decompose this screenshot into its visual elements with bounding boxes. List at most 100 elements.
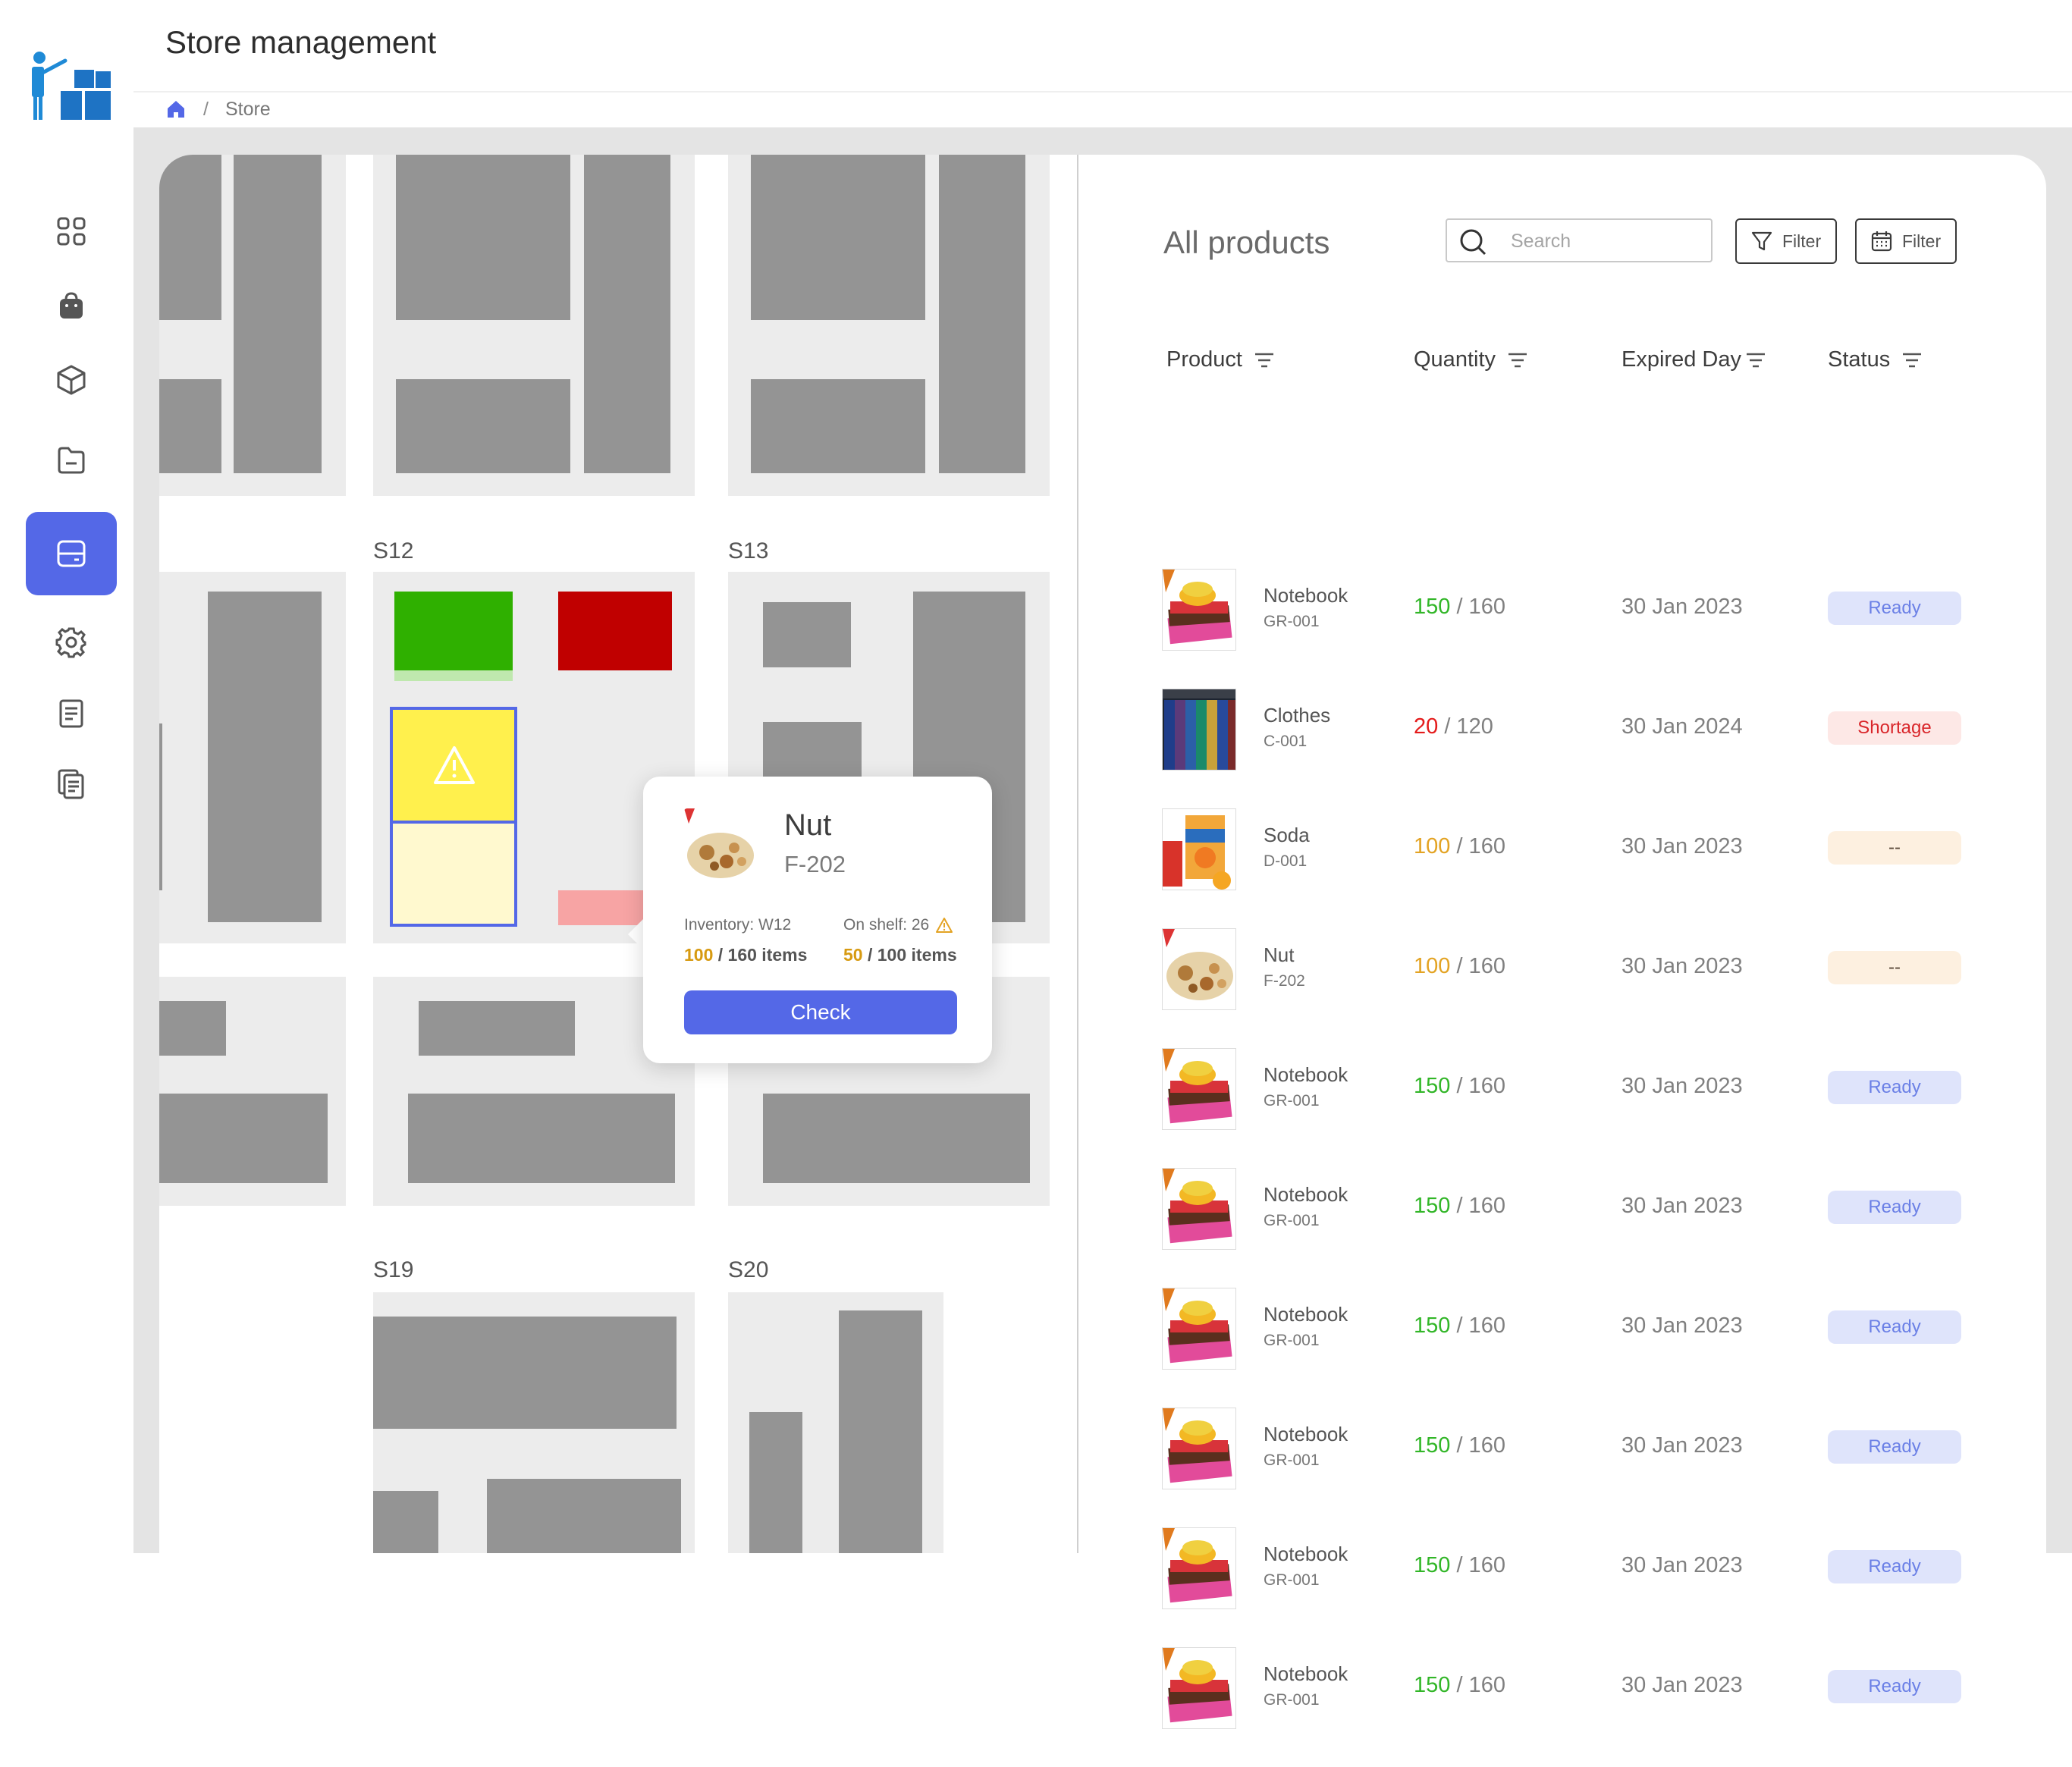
shelf[interactable] <box>487 1479 681 1553</box>
zone-s20[interactable] <box>728 1292 943 1553</box>
table-row[interactable]: Notebook GR-001 150 / 160 30 Jan 2023 Ready <box>1078 1647 2046 1767</box>
shelf-critical[interactable] <box>558 592 672 670</box>
product-thumbnail[interactable] <box>1162 1168 1236 1250</box>
table-row[interactable]: Notebook GR-001 150 / 160 30 Jan 2023 Ready <box>1078 1048 2046 1168</box>
popup-inventory-value: 100 / 160 items <box>684 945 807 965</box>
quantity-total: / 160 <box>1450 1553 1505 1577</box>
quantity-total: / 160 <box>1450 1673 1505 1697</box>
product-code: GR-001 <box>1264 1452 1320 1469</box>
table-row[interactable]: Soda D-001 100 / 160 30 Jan 2023 -- <box>1078 808 2046 928</box>
shelf[interactable] <box>396 155 570 320</box>
shelf[interactable] <box>159 723 162 890</box>
nav-files[interactable] <box>26 419 117 502</box>
product-thumbnail[interactable] <box>1162 808 1236 890</box>
home-icon[interactable] <box>165 99 187 120</box>
zone-s19[interactable] <box>373 1292 695 1553</box>
shelf-zone[interactable] <box>159 572 346 943</box>
shopping-bag-icon <box>60 292 83 319</box>
product-thumbnail[interactable] <box>1162 1647 1236 1729</box>
shelf-zone[interactable] <box>373 155 695 496</box>
product-code: C-001 <box>1264 733 1308 750</box>
shelf[interactable] <box>234 155 322 473</box>
product-name[interactable]: Notebook <box>1264 1063 1348 1087</box>
table-row[interactable]: Notebook GR-001 150 / 160 30 Jan 2023 Ready <box>1078 1288 2046 1408</box>
shelf[interactable] <box>939 155 1025 473</box>
nav-dashboard[interactable] <box>26 190 117 273</box>
product-name[interactable]: Notebook <box>1264 1303 1348 1326</box>
column-header-status[interactable]: Status <box>1828 347 1923 372</box>
date-filter-button[interactable]: Filter <box>1855 218 1957 264</box>
product-thumbnail[interactable] <box>1162 1288 1236 1370</box>
table-row[interactable]: Notebook GR-001 150 / 160 30 Jan 2023 Ready <box>1078 1168 2046 1288</box>
shelf-zone[interactable] <box>159 155 346 496</box>
shelf[interactable] <box>159 1094 328 1183</box>
nav-products[interactable] <box>26 338 117 422</box>
shelf[interactable] <box>751 155 925 320</box>
product-quantity: 150 / 160 <box>1414 1313 1505 1339</box>
shelf[interactable] <box>408 1094 675 1183</box>
product-name[interactable]: Notebook <box>1264 1662 1348 1686</box>
shelf[interactable] <box>419 1001 575 1056</box>
filter-button[interactable]: Filter <box>1735 218 1837 264</box>
nav-orders[interactable] <box>26 264 117 347</box>
table-row[interactable]: Clothes C-001 20 / 120 30 Jan 2024 Shortage <box>1078 689 2046 808</box>
shelf[interactable] <box>159 155 221 320</box>
product-name[interactable]: Clothes <box>1264 704 1330 727</box>
product-name[interactable]: Notebook <box>1264 584 1348 607</box>
box-icon <box>57 365 86 395</box>
sort-icon[interactable] <box>1744 350 1767 370</box>
table-row[interactable]: Notebook GR-001 150 / 160 30 Jan 2023 Ready <box>1078 1408 2046 1527</box>
product-thumbnail[interactable] <box>1162 569 1236 651</box>
shelf[interactable] <box>396 379 570 473</box>
product-thumbnail[interactable] <box>1162 928 1236 1010</box>
shelf[interactable] <box>584 155 670 473</box>
column-header-quantity[interactable]: Quantity <box>1414 347 1529 372</box>
product-name[interactable]: Nut <box>1264 943 1294 967</box>
product-name[interactable]: Soda <box>1264 824 1310 847</box>
sort-icon[interactable] <box>1901 350 1923 370</box>
table-row[interactable]: Notebook GR-001 150 / 160 30 Jan 2023 Ready <box>1078 569 2046 689</box>
shelf[interactable] <box>208 592 322 922</box>
shelf[interactable] <box>373 1317 677 1429</box>
column-header-expired[interactable]: Expired Day <box>1621 347 1767 372</box>
shelf[interactable] <box>373 1491 438 1553</box>
popup-pointer <box>628 918 645 951</box>
quantity-current: 150 <box>1414 1673 1451 1697</box>
product-thumbnail[interactable] <box>1162 1048 1236 1130</box>
product-name[interactable]: Notebook <box>1264 1423 1348 1446</box>
product-thumbnail[interactable] <box>1162 1527 1236 1609</box>
shelf[interactable] <box>749 1412 802 1553</box>
column-header-product[interactable]: Product <box>1166 347 1276 372</box>
app-logo[interactable] <box>29 50 114 123</box>
table-row[interactable]: Nut F-202 100 / 160 30 Jan 2023 -- <box>1078 928 2046 1048</box>
shelf[interactable] <box>159 1001 226 1056</box>
nav-documents[interactable] <box>26 742 117 825</box>
shelf[interactable] <box>159 379 221 473</box>
shelf-zone[interactable] <box>728 155 1050 496</box>
product-thumbnail[interactable] <box>1162 689 1236 771</box>
quantity-current: 150 <box>1414 595 1451 619</box>
nav-store[interactable] <box>26 512 117 595</box>
product-code: GR-001 <box>1264 613 1320 630</box>
product-name[interactable]: Notebook <box>1264 1183 1348 1207</box>
breadcrumb-current[interactable]: Store <box>225 99 271 121</box>
search-input[interactable] <box>1511 228 1700 255</box>
check-button[interactable]: Check <box>684 990 957 1034</box>
shelf[interactable] <box>751 379 925 473</box>
product-name[interactable]: Notebook <box>1264 1543 1348 1566</box>
product-expired-day: 30 Jan 2023 <box>1621 1313 1743 1338</box>
sort-icon[interactable] <box>1506 350 1529 370</box>
shelf-selected[interactable] <box>390 707 517 927</box>
search-box[interactable] <box>1446 218 1713 262</box>
product-thumbnail[interactable] <box>1162 1408 1236 1489</box>
shelf[interactable] <box>763 1094 1030 1183</box>
filter-label: Filter <box>1782 231 1822 251</box>
shelf-ok[interactable] <box>394 592 513 670</box>
table-row[interactable]: Notebook GR-001 150 / 160 30 Jan 2023 Ready <box>1078 1527 2046 1647</box>
shelf-warning[interactable] <box>393 710 514 824</box>
shelf[interactable] <box>839 1310 922 1553</box>
shelf-zone[interactable] <box>159 977 346 1206</box>
quantity-current: 100 <box>1414 834 1451 858</box>
sort-icon[interactable] <box>1253 350 1276 370</box>
shelf[interactable] <box>763 602 851 667</box>
